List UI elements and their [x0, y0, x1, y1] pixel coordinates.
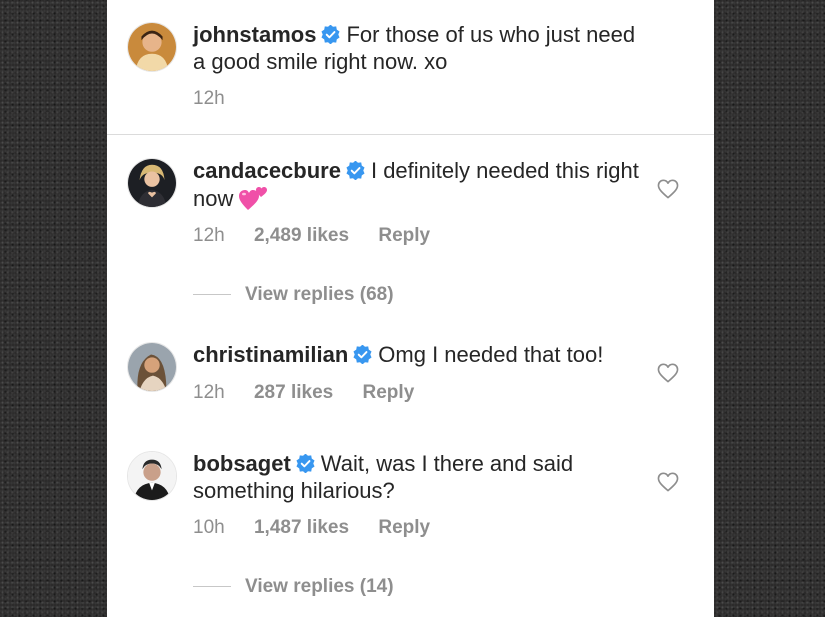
comment-timestamp: 12h	[193, 88, 225, 109]
username-link[interactable]: bobsaget	[193, 451, 291, 476]
view-replies-label: View replies (14)	[245, 576, 394, 597]
verified-badge-icon	[353, 345, 372, 364]
comment-text-block: christinamilian Omg I needed that too!	[193, 341, 643, 368]
comment-text-block: bobsaget Wait, was I there and said somet…	[193, 450, 643, 504]
view-replies-label: View replies (68)	[245, 284, 394, 305]
reply-button[interactable]: Reply	[378, 517, 430, 538]
reply-button[interactable]: Reply	[363, 382, 415, 403]
comment-meta: 12h	[193, 88, 249, 110]
username-link[interactable]: candacecbure	[193, 158, 341, 183]
comment-text-block: johnstamos For those of us who just need …	[193, 21, 643, 75]
like-heart-icon[interactable]	[657, 363, 679, 383]
likes-count-link[interactable]: 287 likes	[254, 382, 333, 403]
username-link[interactable]: johnstamos	[193, 22, 316, 47]
avatar-candacecbure-image	[128, 159, 176, 207]
comment-timestamp: 10h	[193, 517, 225, 538]
comments-panel: johnstamos For those of us who just need …	[107, 0, 714, 617]
username-link[interactable]: christinamilian	[193, 342, 348, 367]
comment-meta: 10h 1,487 likes Reply	[193, 517, 454, 539]
likes-count-link[interactable]: 2,489 likes	[254, 225, 349, 246]
view-replies-line	[193, 294, 231, 296]
comment-body: Omg I needed that too!	[378, 342, 604, 367]
view-replies-button[interactable]: View replies (68)	[193, 284, 394, 306]
avatar[interactable]	[127, 22, 177, 72]
divider	[107, 134, 714, 135]
two-hearts-emoji-icon	[239, 184, 269, 212]
likes-count-link[interactable]: 1,487 likes	[254, 517, 349, 538]
comment-meta: 12h 2,489 likes Reply	[193, 225, 454, 247]
avatar-johnstamos-image	[128, 23, 176, 71]
avatar[interactable]	[127, 451, 177, 501]
verified-badge-icon	[296, 454, 315, 473]
verified-badge-icon	[346, 161, 365, 180]
view-replies-line	[193, 586, 231, 588]
avatar-christinamilian-image	[128, 343, 176, 391]
comment-timestamp: 12h	[193, 225, 225, 246]
comment-meta: 12h 287 likes Reply	[193, 382, 438, 404]
avatar[interactable]	[127, 158, 177, 208]
avatar[interactable]	[127, 342, 177, 392]
view-replies-button[interactable]: View replies (14)	[193, 576, 394, 598]
reply-button[interactable]: Reply	[378, 225, 430, 246]
avatar-bobsaget-image	[128, 452, 176, 500]
like-heart-icon[interactable]	[657, 472, 679, 492]
like-heart-icon[interactable]	[657, 179, 679, 199]
comment-timestamp: 12h	[193, 382, 225, 403]
comment-text-block: candacecbure I definitely needed this rig…	[193, 157, 643, 212]
verified-badge-icon	[321, 25, 340, 44]
